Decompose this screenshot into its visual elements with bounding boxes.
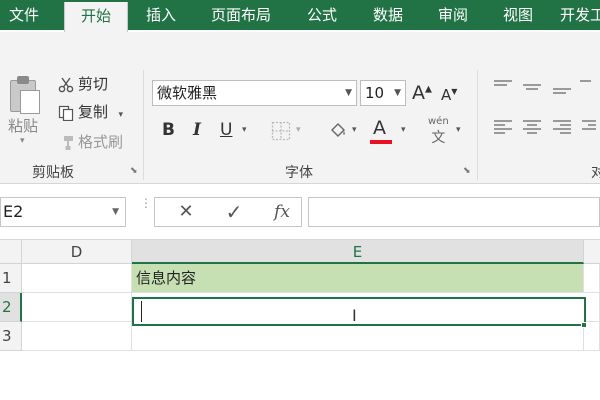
font-name-value: 微软雅黑: [157, 84, 218, 102]
grid-empty-area: [0, 351, 600, 400]
format-painter-label: 格式刷: [78, 133, 124, 151]
group-divider: [477, 70, 478, 180]
ribbon-tab-bar: 文件 开始 插入 页面布局 公式 数据 审阅 视图 开发工: [0, 0, 600, 32]
name-box-value: E2: [3, 202, 24, 221]
column-header-e[interactable]: E: [132, 240, 584, 264]
cancel-icon[interactable]: ✕: [171, 198, 201, 226]
tab-data[interactable]: 数据: [367, 0, 409, 30]
chevron-down-icon: ▼: [112, 207, 119, 217]
shrink-font-button[interactable]: A▼: [441, 86, 457, 104]
font-launcher-icon[interactable]: ⬊: [463, 166, 471, 176]
font-name-combo[interactable]: 微软雅黑 ▼: [152, 80, 357, 106]
paste-icon: [8, 76, 42, 114]
underline-dropdown-icon[interactable]: ▾: [242, 125, 247, 135]
grow-font-button[interactable]: A▲: [412, 82, 432, 104]
indent-icon[interactable]: [582, 120, 596, 134]
font-color-button[interactable]: A: [373, 117, 386, 139]
cell-e3[interactable]: [132, 322, 584, 351]
text-caret: [141, 301, 142, 322]
cell-d3[interactable]: [22, 322, 132, 351]
phonetic-bottom: 文: [431, 130, 446, 146]
tab-insert[interactable]: 插入: [140, 0, 182, 30]
tab-review[interactable]: 审阅: [432, 0, 474, 30]
insert-function-button[interactable]: fx: [267, 198, 297, 226]
text-cursor-icon: I: [352, 306, 357, 325]
paste-dropdown-icon[interactable]: ▾: [20, 136, 25, 146]
formula-bar: E2 ▼ ⋮ ✕ ✓ fx: [0, 184, 600, 240]
copy-icon: [58, 105, 74, 121]
tab-view[interactable]: 视图: [497, 0, 539, 30]
row-header-3[interactable]: 3: [0, 322, 22, 351]
fill-color-icon[interactable]: [328, 121, 348, 143]
cell-e1[interactable]: 信息内容: [132, 264, 584, 293]
clipboard-group-label: 剪贴板: [32, 165, 74, 181]
align-right-icon[interactable]: [553, 120, 571, 134]
underline-button[interactable]: U: [220, 120, 232, 140]
shrink-font-icon: A: [441, 86, 452, 104]
tab-file[interactable]: 文件: [0, 0, 48, 30]
cut-button[interactable]: 剪切: [58, 73, 108, 94]
row-header-1[interactable]: 1: [0, 264, 22, 293]
clipboard-launcher-icon[interactable]: ⬊: [130, 166, 138, 176]
column-header-f[interactable]: [584, 240, 600, 264]
align-top-icon[interactable]: [494, 80, 512, 94]
borders-icon[interactable]: [271, 121, 291, 141]
font-color-dropdown-icon[interactable]: ▾: [401, 125, 406, 135]
align-bottom-icon[interactable]: [553, 88, 571, 102]
font-group-label: 字体: [285, 165, 313, 181]
tab-page-layout[interactable]: 页面布局: [204, 0, 278, 30]
align-left-icon[interactable]: [494, 120, 512, 134]
font-size-combo[interactable]: 10 ▼: [360, 80, 406, 106]
font-color-icon: A: [373, 117, 386, 139]
phonetic-button[interactable]: wén 文: [428, 116, 449, 147]
cell-d1[interactable]: [22, 264, 132, 293]
cut-label: 剪切: [78, 75, 109, 93]
row-header-2[interactable]: 2: [0, 293, 22, 322]
copy-dropdown-icon[interactable]: ▾: [118, 110, 123, 120]
grow-font-icon: A: [412, 82, 425, 104]
formula-input[interactable]: [308, 197, 600, 227]
group-divider: [143, 70, 144, 180]
column-header-d[interactable]: D: [22, 240, 132, 264]
font-color-swatch: [370, 140, 392, 144]
cell-f1[interactable]: [584, 264, 600, 293]
name-box[interactable]: E2 ▼: [0, 197, 126, 227]
copy-button[interactable]: 复制 ▾: [58, 101, 123, 122]
italic-button[interactable]: I: [193, 120, 201, 140]
splitter-handle-icon[interactable]: ⋮: [140, 197, 152, 209]
fill-dropdown-icon[interactable]: ▾: [352, 125, 357, 135]
font-size-value: 10: [365, 84, 385, 102]
select-all-corner[interactable]: [0, 240, 22, 264]
cell-e2[interactable]: [132, 297, 586, 326]
copy-label: 复制: [78, 103, 109, 121]
cell-d2[interactable]: [22, 293, 132, 322]
phonetic-top: wén: [428, 116, 449, 127]
formula-buttons: ✕ ✓ fx: [154, 197, 302, 227]
phonetic-dropdown-icon[interactable]: ▾: [456, 125, 461, 135]
tab-home[interactable]: 开始: [64, 2, 128, 32]
tab-developer[interactable]: 开发工: [560, 0, 600, 30]
fill-handle[interactable]: [581, 322, 587, 328]
brush-icon: [64, 136, 73, 150]
chevron-down-icon: ▼: [345, 88, 352, 98]
chevron-down-icon: ▼: [394, 88, 401, 98]
format-painter-button[interactable]: 格式刷: [58, 131, 123, 152]
scissors-icon: [58, 77, 74, 93]
align-middle-icon[interactable]: [523, 84, 541, 98]
paste-label: 粘贴: [8, 117, 39, 135]
tab-formulas[interactable]: 公式: [301, 0, 343, 30]
orientation-icon[interactable]: [580, 80, 598, 94]
enter-icon[interactable]: ✓: [219, 198, 249, 226]
alignment-group-label: 对: [591, 165, 600, 181]
align-center-icon[interactable]: [523, 120, 541, 134]
bold-button[interactable]: B: [162, 120, 175, 140]
borders-dropdown-icon[interactable]: ▾: [296, 125, 301, 135]
cell-f2[interactable]: [584, 293, 600, 322]
